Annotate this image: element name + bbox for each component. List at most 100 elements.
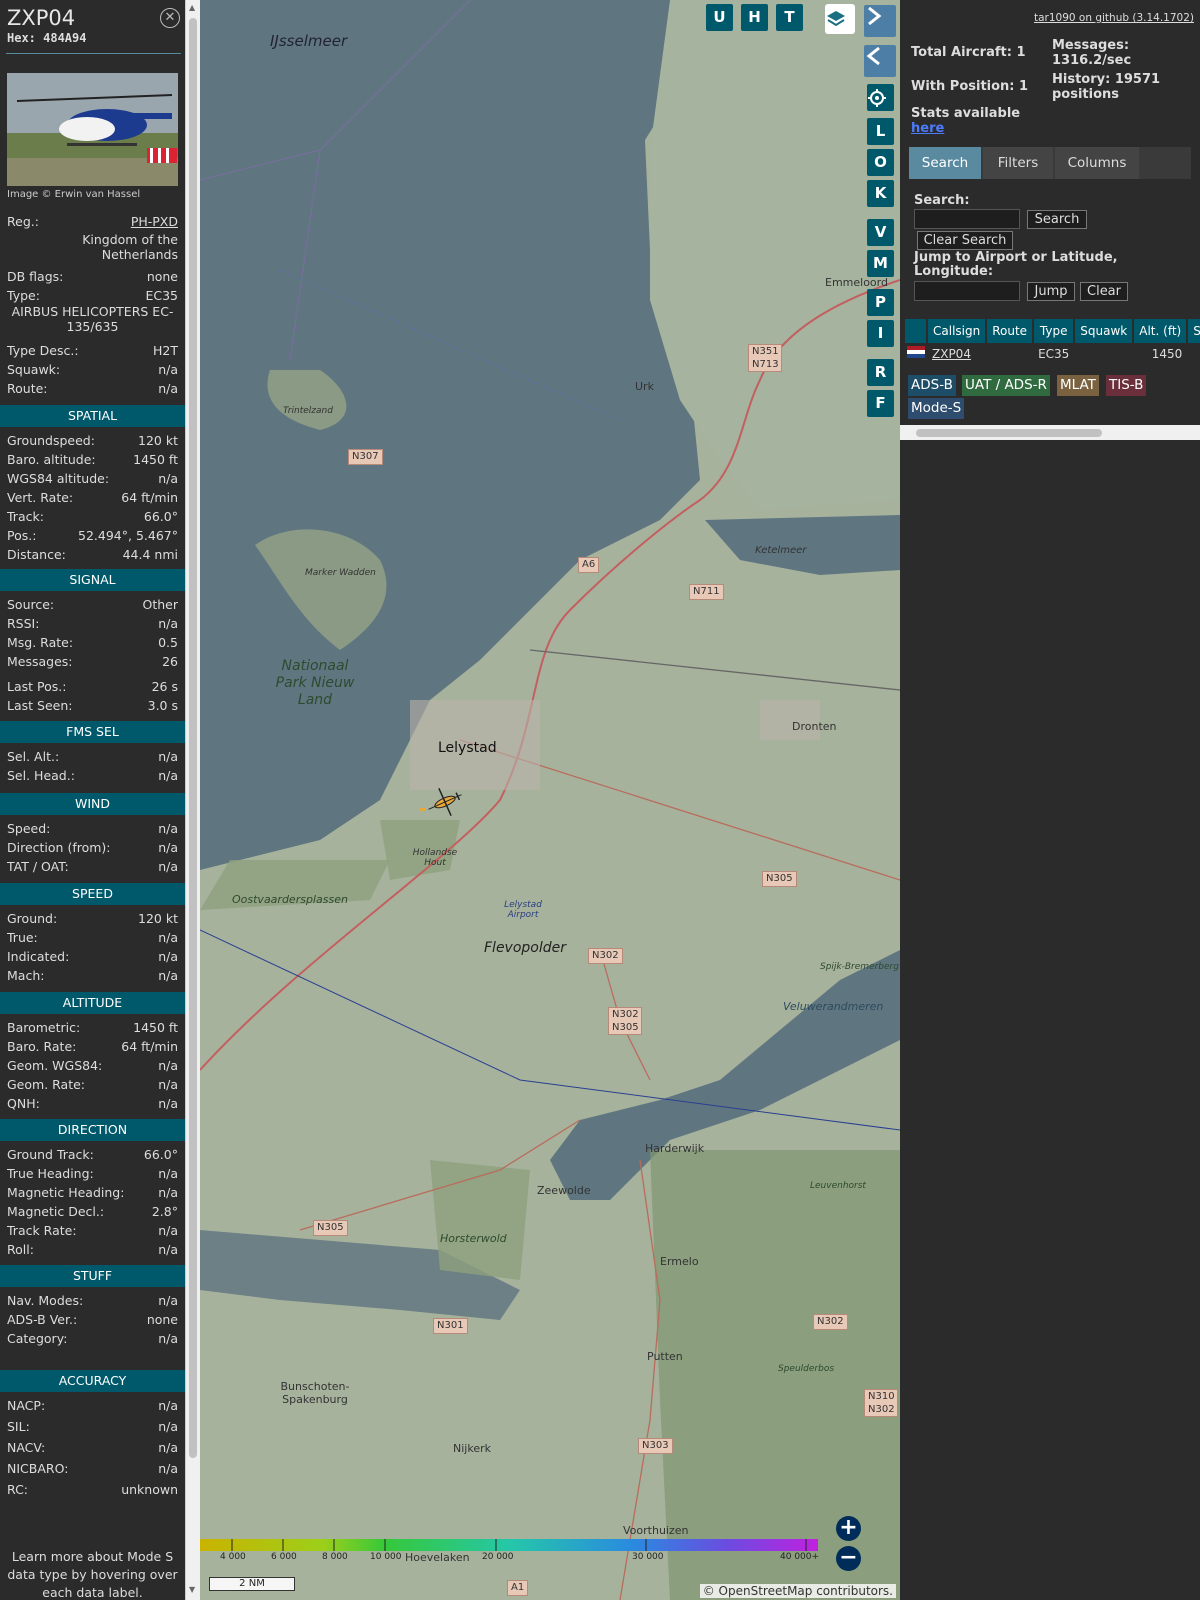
clear-search-button[interactable]: Clear Search (917, 231, 1013, 250)
toggle-o-button[interactable]: O (867, 149, 894, 176)
toggle-h-button[interactable]: H (741, 4, 768, 31)
detail-key[interactable]: Vert. Rate: (7, 489, 73, 507)
detail-row: NACV: n/a (7, 1439, 178, 1457)
detail-key[interactable]: Barometric: (7, 1019, 80, 1037)
table-scrollbar[interactable] (900, 425, 1200, 440)
column-header[interactable]: Type (1033, 319, 1076, 343)
table-row[interactable]: ZXP04 EC35 1450 (905, 343, 1200, 364)
detail-key[interactable]: Pos.: (7, 527, 36, 545)
tab-columns[interactable]: Columns (1055, 147, 1139, 179)
map-label: Putten (647, 1350, 683, 1363)
detail-key[interactable]: RSSI: (7, 615, 39, 633)
jump-button[interactable]: Jump (1027, 282, 1075, 301)
toggle-v-button[interactable]: V (867, 219, 894, 246)
github-link[interactable]: tar1090 on github (3.14.1702) (1034, 12, 1194, 24)
aircraft-photo[interactable] (7, 73, 178, 186)
detail-key[interactable]: Msg. Rate: (7, 634, 73, 652)
detail-key[interactable]: RC: (7, 1481, 28, 1499)
detail-key[interactable]: ADS-B Ver.: (7, 1311, 77, 1329)
chevron-left-icon[interactable] (864, 45, 896, 77)
map-label: Zeewolde (537, 1184, 591, 1197)
toggle-t-button[interactable]: T (776, 4, 803, 31)
column-header[interactable]: Spd. (1187, 319, 1200, 343)
left-panel-scrollbar[interactable]: ▲ ▼ (185, 0, 200, 1600)
detail-key[interactable]: Speed: (7, 820, 50, 838)
detail-key[interactable]: Last Pos.: (7, 678, 66, 696)
toggle-i-button[interactable]: I (867, 320, 894, 347)
detail-key[interactable]: NICBARO: (7, 1460, 68, 1478)
detail-row: Ground Track: 66.0° (7, 1146, 178, 1164)
detail-key[interactable]: Track Rate: (7, 1222, 77, 1240)
detail-key[interactable]: QNH: (7, 1095, 40, 1113)
adsb-chip[interactable]: ADS-B (908, 375, 956, 396)
detail-key[interactable]: Nav. Modes: (7, 1292, 83, 1310)
detail-key[interactable]: NACP: (7, 1397, 45, 1415)
detail-key[interactable]: Baro. Rate: (7, 1038, 76, 1056)
detail-key[interactable]: TAT / OAT: (7, 858, 69, 876)
mlat-chip[interactable]: MLAT (1057, 375, 1099, 396)
detail-key[interactable]: Direction (from): (7, 839, 111, 857)
gear-icon[interactable] (867, 84, 894, 111)
detail-key[interactable]: Roll: (7, 1241, 34, 1259)
row-callsign[interactable]: ZXP04 (927, 343, 986, 364)
detail-key[interactable]: WGS84 altitude: (7, 470, 109, 488)
map-attribution[interactable]: © OpenStreetMap contributors. (699, 1584, 896, 1598)
detail-key[interactable]: Distance: (7, 546, 66, 564)
map-view[interactable]: IJsselmeer Emmeloord Urk Trintelzand Ket… (200, 0, 900, 1600)
detail-key[interactable]: Magnetic Decl.: (7, 1203, 104, 1221)
jump-input[interactable] (914, 281, 1020, 301)
detail-key[interactable]: Indicated: (7, 948, 69, 966)
detail-key[interactable]: Last Seen: (7, 697, 72, 715)
close-icon[interactable]: ✕ (160, 8, 180, 28)
detail-key[interactable]: Baro. altitude: (7, 451, 96, 469)
detail-key[interactable]: Geom. WGS84: (7, 1057, 102, 1075)
tab-filters[interactable]: Filters (983, 147, 1053, 179)
tab-search[interactable]: Search (909, 147, 981, 179)
uat-chip[interactable]: UAT / ADS-R (962, 375, 1050, 396)
column-header[interactable]: Squawk (1074, 319, 1135, 343)
detail-key[interactable]: Track: (7, 508, 44, 526)
toggle-m-button[interactable]: M (867, 250, 894, 277)
detail-key[interactable]: Messages: (7, 653, 73, 671)
detail-value[interactable]: PH-PXD (131, 213, 178, 231)
aircraft-marker[interactable] (425, 782, 465, 822)
detail-key[interactable]: Category: (7, 1330, 67, 1348)
detail-value: AIRBUS HELICOPTERS EC-135/635 (11, 304, 174, 334)
toggle-k-button[interactable]: K (867, 180, 894, 207)
zoom-out-button[interactable]: − (836, 1546, 861, 1571)
detail-key[interactable]: NACV: (7, 1439, 45, 1457)
detail-value: n/a (158, 1242, 178, 1257)
zoom-in-button[interactable]: + (836, 1516, 861, 1541)
detail-key[interactable]: SIL: (7, 1418, 30, 1436)
toggle-l-button[interactable]: L (867, 118, 894, 145)
detail-key[interactable]: True: (7, 929, 38, 947)
detail-key[interactable]: Mach: (7, 967, 44, 985)
chevron-right-icon[interactable] (864, 5, 896, 37)
search-input[interactable] (914, 209, 1020, 229)
detail-key[interactable]: Sel. Alt.: (7, 748, 59, 766)
toggle-r-button[interactable]: R (867, 359, 894, 386)
detail-key[interactable]: Magnetic Heading: (7, 1184, 124, 1202)
toggle-f-button[interactable]: F (867, 390, 894, 417)
column-header[interactable]: Alt. (ft) (1133, 319, 1189, 343)
modes-chip[interactable]: Mode-S (908, 398, 965, 419)
detail-key[interactable]: Ground Track: (7, 1146, 94, 1164)
column-header[interactable]: Callsign (927, 319, 988, 343)
toggle-u-button[interactable]: U (706, 4, 733, 31)
clear-button[interactable]: Clear (1080, 282, 1128, 301)
tisb-chip[interactable]: TIS-B (1106, 375, 1147, 396)
search-button[interactable]: Search (1027, 210, 1087, 229)
toggle-p-button[interactable]: P (867, 289, 894, 316)
column-header[interactable]: Route (986, 319, 1035, 343)
detail-value: n/a (158, 381, 178, 396)
detail-key[interactable]: Groundspeed: (7, 432, 95, 450)
stats-link[interactable]: here (911, 121, 944, 136)
detail-key[interactable]: True Heading: (7, 1165, 94, 1183)
detail-key[interactable]: Geom. Rate: (7, 1076, 85, 1094)
detail-key[interactable]: Sel. Head.: (7, 767, 75, 785)
detail-row: Magnetic Heading: n/a (7, 1184, 178, 1202)
detail-key[interactable]: Source: (7, 596, 54, 614)
scale-bar: 2 NM (209, 1577, 295, 1591)
detail-key[interactable]: Ground: (7, 910, 57, 928)
layers-icon[interactable] (825, 4, 855, 34)
